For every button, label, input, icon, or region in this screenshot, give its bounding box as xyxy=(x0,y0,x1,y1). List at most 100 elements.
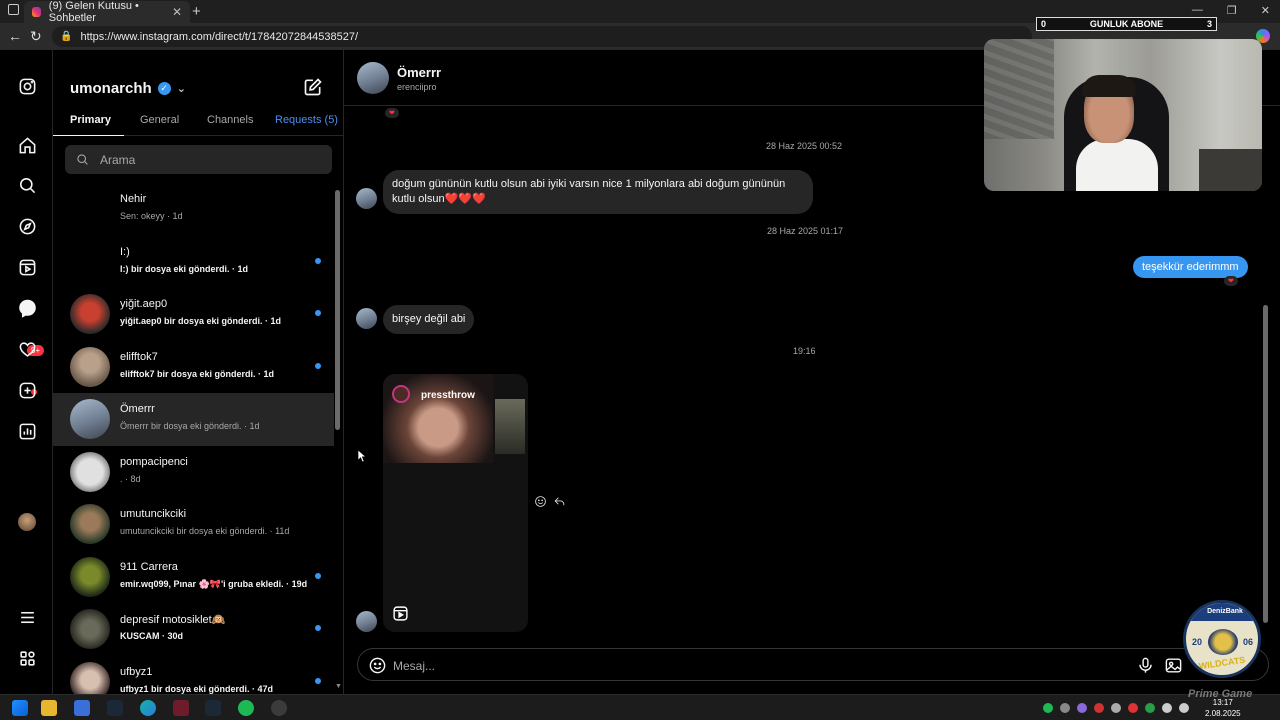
tab-general[interactable]: General xyxy=(140,114,179,126)
app-icon[interactable] xyxy=(173,700,189,716)
steam-icon-2[interactable] xyxy=(205,700,221,716)
heart-reaction[interactable]: ❤ xyxy=(385,108,399,118)
message-input[interactable] xyxy=(393,657,1093,674)
list-scrollbar[interactable] xyxy=(335,190,340,430)
instagram-logo-icon[interactable] xyxy=(17,76,37,96)
conversation-name: ufbyz1 xyxy=(120,665,153,678)
conversation-preview: Sen: okeyy · 1d xyxy=(120,211,183,221)
maximize-icon[interactable]: ❐ xyxy=(1227,4,1237,17)
system-clock[interactable]: 13:17 2.08.2025 xyxy=(1205,697,1241,719)
conversation-preview: . · 8d xyxy=(120,473,141,484)
tab-channels[interactable]: Channels xyxy=(207,114,253,126)
sender-avatar[interactable] xyxy=(356,308,377,329)
emoji-icon[interactable] xyxy=(368,656,387,675)
gallery-icon[interactable] xyxy=(1164,656,1183,675)
dashboard-icon[interactable] xyxy=(17,421,37,441)
avatar xyxy=(70,346,110,387)
conversation-name: depresif motosiklet🙉 xyxy=(120,614,226,626)
chat-contact-name[interactable]: Ömerrr xyxy=(397,65,441,80)
tray-icon[interactable] xyxy=(1077,703,1087,713)
search-input[interactable]: Arama xyxy=(65,145,332,174)
tray-network-icon[interactable] xyxy=(1162,703,1172,713)
conversation-item[interactable]: umutuncikciki umutuncikciki bir dosya ek… xyxy=(53,498,334,551)
chat-scrollbar[interactable] xyxy=(1263,305,1268,623)
emoji-react-icon[interactable] xyxy=(534,495,547,508)
microphone-icon[interactable] xyxy=(1136,656,1155,675)
conversation-item[interactable]: Nehir Sen: okeyy · 1d xyxy=(53,183,334,236)
tab-primary[interactable]: Primary xyxy=(70,114,111,126)
incoming-message[interactable]: doğum gününün kutlu olsun abi iyiki vars… xyxy=(383,170,813,214)
tray-icon[interactable] xyxy=(1145,703,1155,713)
unread-dot xyxy=(315,310,321,316)
conversation-name: 911 Carrera xyxy=(120,560,178,573)
sender-avatar[interactable] xyxy=(356,188,377,209)
create-icon[interactable] xyxy=(17,380,37,400)
refresh-icon[interactable]: ↻ xyxy=(30,28,42,45)
stream-watermark: Prime Game xyxy=(1188,688,1253,700)
steam-icon[interactable] xyxy=(107,700,123,716)
conversation-item-selected[interactable]: Ömerrr Ömerrr bir dosya eki gönderdi. · … xyxy=(53,393,334,446)
profile-avatar[interactable] xyxy=(18,513,36,531)
search-icon[interactable] xyxy=(17,175,37,195)
back-icon[interactable]: ← xyxy=(8,28,22,44)
url-field[interactable]: 🔒 https://www.instagram.com/direct/t/178… xyxy=(52,26,1032,47)
new-message-icon[interactable] xyxy=(303,77,323,97)
shared-reel[interactable]: pressthrow xyxy=(383,374,528,632)
message-text: doğum gününün kutlu olsun abi iyiki vars… xyxy=(392,178,786,205)
conversation-item[interactable]: depresif motosiklet🙉 KUSCAM · 30d xyxy=(53,603,334,656)
tray-volume-icon[interactable] xyxy=(1179,703,1189,713)
conversation-item[interactable]: ufbyz1 ufbyz1 bir dosya eki gönderdi. · … xyxy=(53,656,334,694)
explore-icon[interactable] xyxy=(17,216,37,236)
tray-icon[interactable] xyxy=(1128,703,1138,713)
conversation-item[interactable]: elifftok7 elifftok7 bir dosya eki gönder… xyxy=(53,341,334,394)
message-actions xyxy=(534,495,566,508)
reels-icon[interactable] xyxy=(17,257,37,277)
team-logo-overlay: DenizBank 20 06 WILDCATS xyxy=(1183,600,1261,678)
file-explorer-icon[interactable] xyxy=(41,700,57,716)
heart-reaction[interactable]: ❤ xyxy=(1224,276,1238,286)
minimize-icon[interactable]: — xyxy=(1192,4,1203,17)
incoming-message[interactable]: birşey değil abi xyxy=(383,305,475,334)
tab-actions-icon[interactable] xyxy=(8,4,19,15)
conversation-item[interactable]: 911 Carrera emir.wq099, Pınar 🌸🎀'i gruba… xyxy=(53,551,334,604)
tray-icon[interactable] xyxy=(1094,703,1104,713)
tray-icon[interactable] xyxy=(1060,703,1070,713)
also-from-meta-icon[interactable] xyxy=(17,648,37,668)
more-menu-icon[interactable] xyxy=(17,607,37,627)
reels-icon xyxy=(393,606,408,621)
home-icon[interactable] xyxy=(17,135,37,155)
tab-requests[interactable]: Requests (5) xyxy=(275,114,338,126)
chat-avatar[interactable] xyxy=(357,62,389,94)
avatar xyxy=(70,609,110,650)
messages-icon[interactable] xyxy=(17,298,37,318)
url-text: https://www.instagram.com/direct/t/17842… xyxy=(80,30,359,43)
conversation-item[interactable]: I:) I:) bir dosya eki gönderdi. · 1d xyxy=(53,236,334,289)
start-icon[interactable] xyxy=(12,700,28,716)
avatar xyxy=(70,661,110,694)
store-icon[interactable] xyxy=(74,700,90,716)
reply-icon[interactable] xyxy=(553,495,566,508)
scroll-down-arrow[interactable]: ▼ xyxy=(335,683,342,690)
window-close-icon[interactable]: ✕ xyxy=(1261,4,1270,17)
timestamp: 28 Haz 2025 01:17 xyxy=(767,226,844,236)
tray-spotify-icon[interactable] xyxy=(1043,703,1053,713)
account-switcher[interactable]: umonarchh ✓ ⌄ xyxy=(70,80,186,97)
conversation-preview: I:) bir dosya eki gönderdi. · 1d xyxy=(120,263,249,274)
conversation-item[interactable]: yiğit.aep0 yiğit.aep0 bir dosya eki gönd… xyxy=(53,288,334,341)
outgoing-message[interactable]: teşekkür ederimmm xyxy=(1133,256,1248,278)
obs-icon[interactable] xyxy=(271,700,287,716)
edge-icon[interactable] xyxy=(140,700,156,716)
abone-label: GUNLUK ABONE xyxy=(1089,19,1164,29)
mouse-cursor-icon xyxy=(357,449,366,463)
notifications-heart-icon[interactable] xyxy=(17,339,37,359)
conversation-item[interactable]: pompacipenci . · 8d xyxy=(53,446,334,499)
sender-avatar[interactable] xyxy=(356,611,377,632)
browser-tab[interactable]: (9) Gelen Kutusu • Sohbetler ✕ xyxy=(24,0,190,24)
logo-sponsor: DenizBank xyxy=(1186,603,1258,621)
spotify-icon[interactable] xyxy=(238,700,254,716)
reel-author-avatar xyxy=(392,385,410,403)
webcam-overlay xyxy=(984,39,1262,191)
tray-icon[interactable] xyxy=(1111,703,1121,713)
tab-close-icon[interactable]: ✕ xyxy=(172,5,182,19)
new-tab-button[interactable]: + xyxy=(192,3,201,20)
